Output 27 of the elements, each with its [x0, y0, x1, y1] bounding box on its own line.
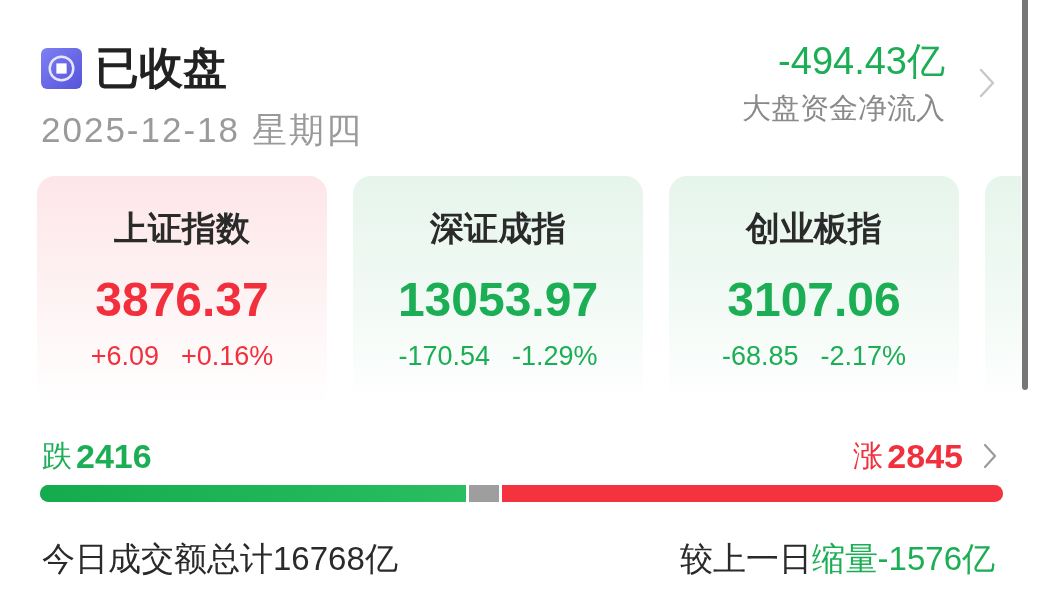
index-name: 上证指数 — [114, 208, 250, 249]
index-value: 13053.97 — [397, 272, 599, 328]
turnover-total: 今日成交额总计16768亿 — [42, 539, 398, 579]
net-inflow-amount: -494.43亿 — [778, 40, 945, 82]
index-change-percent: -1.29% — [512, 340, 598, 373]
compare-label: 较上一日 — [679, 539, 812, 579]
market-status-title: 已收盘 — [95, 43, 227, 93]
index-change: -170.54 — [398, 340, 490, 373]
rise-count: 2845 — [887, 436, 963, 477]
scrollbar[interactable] — [1022, 0, 1028, 390]
fall-count: 2416 — [76, 436, 152, 477]
stop-icon — [41, 47, 82, 89]
index-name: 深证成指 — [430, 208, 566, 249]
index-change-percent: +0.16% — [181, 340, 274, 373]
trade-date: 2025-12-18 星期四 — [41, 109, 363, 151]
index-change: -68.85 — [721, 340, 799, 373]
volume-change: 缩量-1576亿 — [811, 539, 995, 579]
index-name: 创业板指 — [746, 208, 882, 249]
rise-label: 涨 — [853, 438, 884, 474]
index-value: 3876.37 — [95, 272, 269, 328]
index-change: +6.09 — [90, 340, 159, 373]
fall-label: 跌 — [42, 438, 72, 474]
chevron-right-icon[interactable] — [979, 68, 995, 98]
net-inflow-label: 大盘资金净流入 — [742, 91, 945, 126]
index-change-percent: -2.17% — [820, 340, 907, 373]
chevron-right-icon[interactable] — [983, 443, 997, 469]
index-value: 3107.06 — [727, 272, 901, 328]
